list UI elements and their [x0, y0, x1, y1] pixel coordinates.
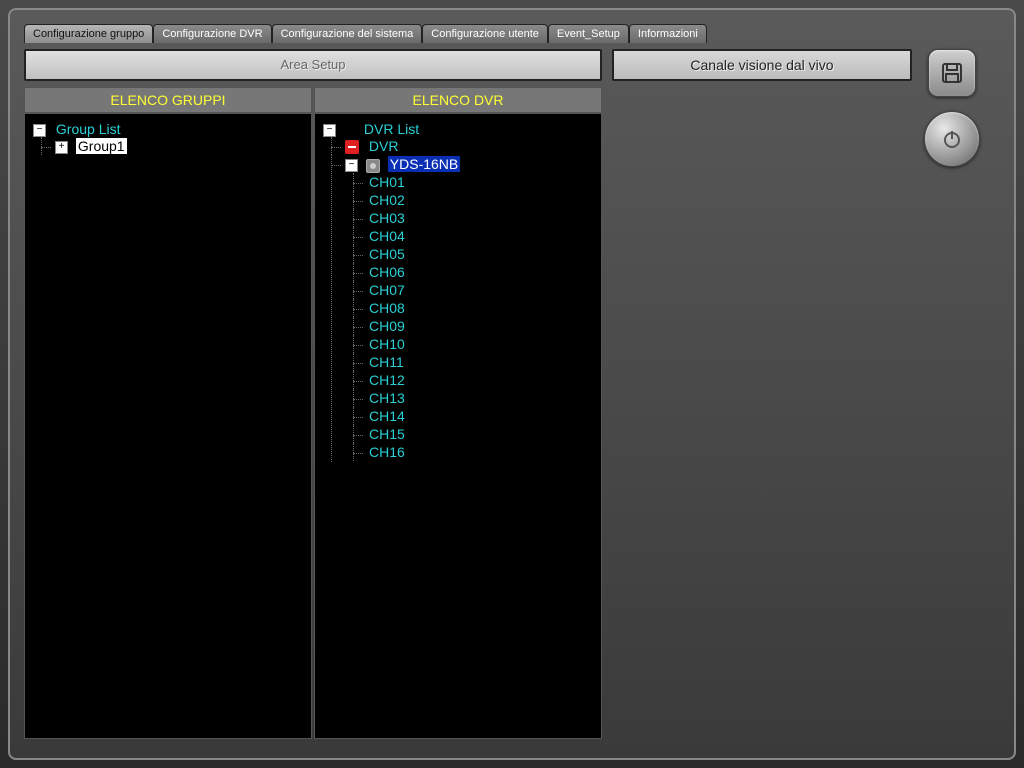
tree-item[interactable]: CH10	[365, 335, 597, 353]
channel-label[interactable]: CH06	[367, 264, 407, 280]
tree-item[interactable]: − YDS-16NB CH01CH02CH03CH04CH05CH06CH07C…	[343, 155, 597, 461]
channel-label[interactable]: CH15	[367, 426, 407, 442]
tree-root[interactable]: − Group List + Group1	[31, 120, 307, 156]
tab-config-group[interactable]: Configurazione gruppo	[24, 24, 153, 43]
device-label[interactable]: YDS-16NB	[388, 156, 460, 172]
tree-item[interactable]: CH08	[365, 299, 597, 317]
tree-item[interactable]: CH11	[365, 353, 597, 371]
tab-label: Informazioni	[638, 28, 698, 40]
header-text: ELENCO DVR	[412, 92, 503, 108]
tree-item[interactable]: CH15	[365, 425, 597, 443]
dvrs-header: ELENCO DVR	[314, 87, 602, 113]
column-headers: ELENCO GRUPPI ELENCO DVR	[24, 87, 602, 113]
button-label: Canale visione dal vivo	[690, 57, 833, 73]
header-text: ELENCO GRUPPI	[110, 92, 225, 108]
channel-label[interactable]: CH03	[367, 210, 407, 226]
tree-item[interactable]: CH06	[365, 263, 597, 281]
channel-label[interactable]: CH01	[367, 174, 407, 190]
tree-root[interactable]: − DVR List DVR −	[321, 120, 597, 463]
main-area: Area Setup ELENCO GRUPPI ELENCO DVR − Gr…	[24, 49, 1000, 739]
channel-label[interactable]: CH13	[367, 390, 407, 406]
tree-item[interactable]: CH04	[365, 227, 597, 245]
tree-item[interactable]: CH05	[365, 245, 597, 263]
channel-label[interactable]: CH14	[367, 408, 407, 424]
groups-header: ELENCO GRUPPI	[24, 87, 312, 113]
channel-label[interactable]: CH11	[367, 354, 406, 370]
tab-info[interactable]: Informazioni	[629, 24, 707, 43]
tree-item[interactable]: DVR	[343, 137, 597, 155]
tree-item[interactable]: CH14	[365, 407, 597, 425]
group-item-label[interactable]: Group1	[76, 138, 127, 154]
tab-label: Event_Setup	[557, 28, 620, 40]
tab-config-system[interactable]: Configurazione del sistema	[272, 24, 423, 43]
channel-label[interactable]: CH16	[367, 444, 407, 460]
device-icon	[366, 159, 380, 173]
power-button[interactable]	[924, 111, 980, 167]
channel-label[interactable]: CH10	[367, 336, 407, 352]
app-frame: Configurazione gruppo Configurazione DVR…	[0, 0, 1024, 768]
tree-item[interactable]: CH16	[365, 443, 597, 461]
tree-item[interactable]: + Group1	[53, 137, 307, 155]
tree-item[interactable]: CH13	[365, 389, 597, 407]
channel-label[interactable]: CH02	[367, 192, 407, 208]
tab-label: Configurazione DVR	[162, 28, 262, 40]
tree-item[interactable]: CH12	[365, 371, 597, 389]
live-channel-button[interactable]: Canale visione dal vivo	[612, 49, 912, 81]
channel-label[interactable]: CH04	[367, 228, 407, 244]
collapse-icon[interactable]: −	[323, 124, 336, 137]
collapse-icon[interactable]: −	[345, 159, 358, 172]
dvr-tree[interactable]: − DVR List DVR −	[314, 113, 602, 739]
button-label: Area Setup	[280, 57, 345, 72]
tab-config-user[interactable]: Configurazione utente	[422, 24, 548, 43]
power-icon	[940, 127, 964, 151]
tab-label: Configurazione utente	[431, 28, 539, 40]
tree-item[interactable]: CH03	[365, 209, 597, 227]
right-toolbar	[922, 49, 982, 739]
tab-config-dvr[interactable]: Configurazione DVR	[153, 24, 271, 43]
collapse-icon[interactable]: −	[33, 124, 46, 137]
tree-item[interactable]: CH07	[365, 281, 597, 299]
save-button[interactable]	[928, 49, 976, 97]
trees-row: − Group List + Group1	[24, 113, 602, 739]
group-tree[interactable]: − Group List + Group1	[24, 113, 312, 739]
tab-event-setup[interactable]: Event_Setup	[548, 24, 629, 43]
channel-label[interactable]: CH05	[367, 246, 407, 262]
dvr-node-label[interactable]: DVR	[367, 138, 401, 154]
area-setup-button[interactable]: Area Setup	[24, 49, 602, 81]
tree-item[interactable]: CH02	[365, 191, 597, 209]
channel-label[interactable]: CH09	[367, 318, 407, 334]
tab-label: Configurazione gruppo	[33, 28, 144, 40]
tab-bar: Configurazione gruppo Configurazione DVR…	[24, 24, 1000, 43]
save-icon	[940, 61, 964, 85]
stop-icon	[345, 140, 359, 154]
channel-list: CH01 CH02 CH03 CH04 CH05 CH06 CH07 CH08 CH09 CH10…	[345, 173, 597, 461]
mid-block: Canale visione dal vivo	[612, 49, 912, 739]
tab-label: Configurazione del sistema	[281, 28, 414, 40]
channel-label[interactable]: CH12	[367, 372, 407, 388]
left-block: Area Setup ELENCO GRUPPI ELENCO DVR − Gr…	[24, 49, 602, 739]
expand-icon[interactable]: +	[55, 141, 68, 154]
dvr-list-root-label[interactable]: DVR List	[362, 121, 421, 137]
inner-panel: Configurazione gruppo Configurazione DVR…	[8, 8, 1016, 760]
channel-label[interactable]: CH07	[367, 282, 407, 298]
tree-item[interactable]: CH09	[365, 317, 597, 335]
group-list-root-label[interactable]: Group List	[54, 121, 123, 137]
channel-label[interactable]: CH08	[367, 300, 407, 316]
tree-item[interactable]: CH01	[365, 173, 597, 191]
